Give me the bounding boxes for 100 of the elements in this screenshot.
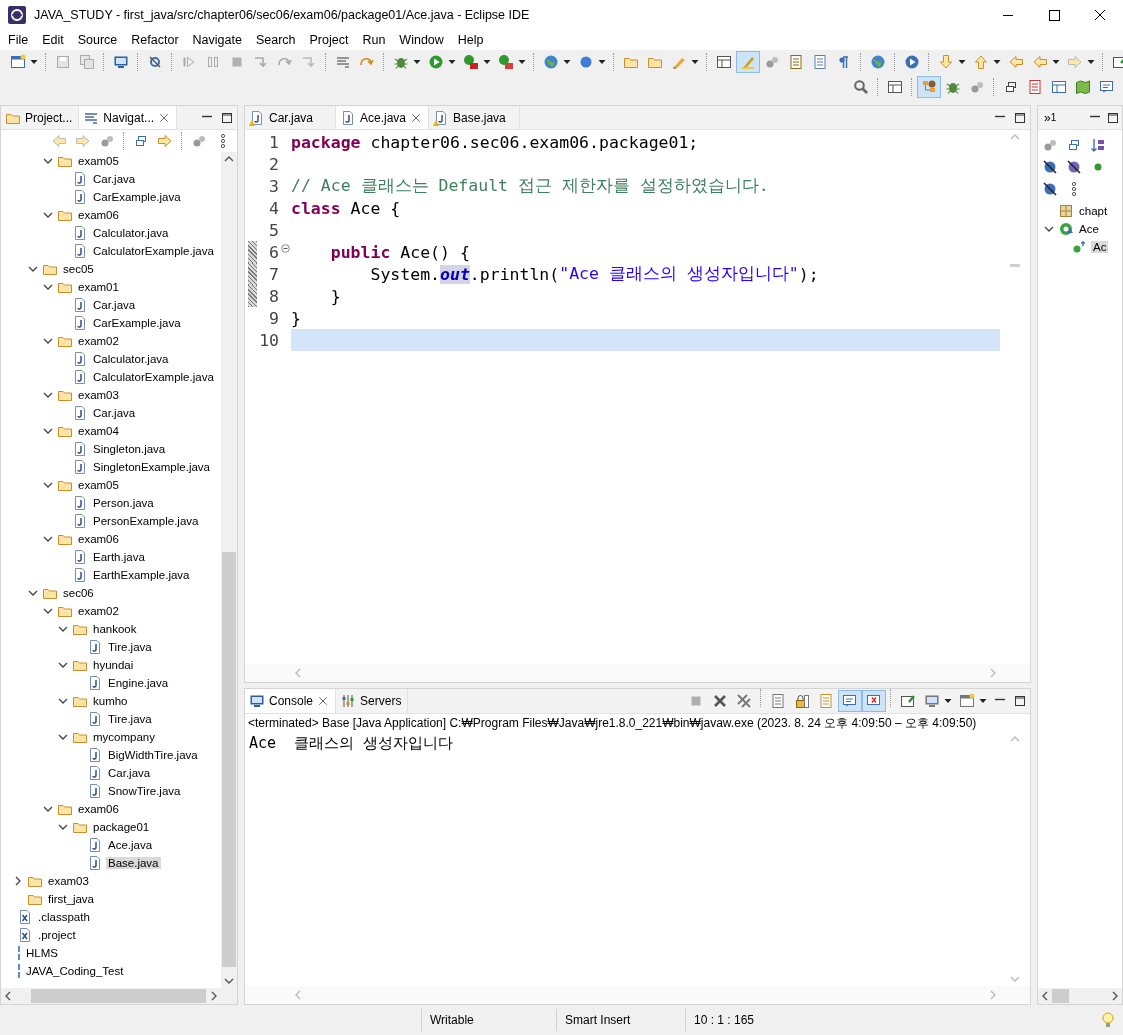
view-tab[interactable]: Navigat... bbox=[79, 106, 178, 129]
editor-tab[interactable]: Ace.java bbox=[336, 106, 430, 129]
tree-item[interactable]: EarthExample.java bbox=[91, 569, 192, 581]
tree-item[interactable]: Car.java bbox=[91, 299, 138, 311]
tree-item[interactable]: kumho bbox=[91, 695, 130, 707]
tree-item[interactable]: CalculatorExample.java bbox=[91, 371, 216, 383]
tree-item[interactable]: exam05 bbox=[76, 155, 121, 167]
menu-item[interactable]: Edit bbox=[35, 33, 71, 47]
overview-marker bbox=[1010, 264, 1020, 267]
tree-item[interactable]: Singleton.java bbox=[91, 443, 168, 455]
line-number: 8 bbox=[268, 286, 279, 306]
line-number: 1 bbox=[268, 132, 279, 152]
java-file-icon bbox=[72, 297, 88, 313]
tree-item[interactable]: mycompany bbox=[91, 731, 157, 743]
tree-item[interactable]: Person.java bbox=[91, 497, 156, 509]
tree-item[interactable]: PersonExample.java bbox=[91, 515, 201, 527]
code-line: } bbox=[291, 307, 302, 329]
tree-item[interactable]: first_java bbox=[46, 893, 97, 905]
console-output: Ace 클래스의 생성자입니다 bbox=[249, 734, 455, 753]
outline-item[interactable]: Ac bbox=[1091, 241, 1109, 253]
menu-item[interactable]: Run bbox=[355, 33, 393, 47]
tree-item[interactable]: exam03 bbox=[46, 875, 91, 887]
menu-item[interactable]: Help bbox=[450, 33, 491, 47]
menu-item[interactable]: Source bbox=[70, 33, 125, 47]
tree-item[interactable]: CalculatorExample.java bbox=[91, 245, 216, 257]
tree-item[interactable]: .project bbox=[36, 929, 78, 941]
scrollbar-thumb[interactable] bbox=[1052, 989, 1069, 1003]
status-field: 10 : 1 : 165 bbox=[685, 1009, 822, 1031]
tree-item[interactable]: BigWidthTire.java bbox=[106, 749, 200, 761]
menu-item[interactable]: Refactor bbox=[124, 33, 186, 47]
java-file-icon bbox=[87, 837, 103, 853]
code-line: public Ace() { bbox=[329, 241, 471, 263]
tree-item[interactable]: exam02 bbox=[76, 335, 121, 347]
java-file-icon bbox=[87, 639, 103, 655]
tree-item[interactable]: Tire.java bbox=[106, 713, 154, 725]
java-file-icon bbox=[87, 675, 103, 691]
tree-item[interactable]: SingletonExample.java bbox=[91, 461, 212, 473]
tree-item[interactable]: HLMS bbox=[24, 947, 60, 959]
java-perspective-icon[interactable] bbox=[917, 76, 941, 98]
tree-item[interactable]: CarExample.java bbox=[91, 317, 183, 329]
tree-item[interactable]: exam06 bbox=[76, 533, 121, 545]
java-file-icon bbox=[72, 549, 88, 565]
code-line: } bbox=[329, 285, 342, 307]
tree-item[interactable]: exam03 bbox=[76, 389, 121, 401]
outline-item[interactable]: Ace bbox=[1077, 223, 1101, 235]
tree-item[interactable]: hankook bbox=[91, 623, 139, 635]
project-icon bbox=[17, 945, 21, 961]
tree-item[interactable]: Engine.java bbox=[106, 677, 171, 689]
close-icon[interactable] bbox=[317, 695, 330, 707]
show-error-icon[interactable] bbox=[862, 690, 886, 712]
code-line: package chapter06.sec06.exam06.package01; bbox=[291, 131, 700, 153]
status-field: Smart Insert bbox=[556, 1009, 685, 1031]
java-file-icon bbox=[87, 783, 103, 799]
lightbulb-icon[interactable] bbox=[1101, 1011, 1115, 1029]
tree-item[interactable]: JAVA_Coding_Test bbox=[24, 965, 126, 977]
editor-tab[interactable]: Base.java bbox=[429, 106, 521, 129]
tree-item[interactable]: Calculator.java bbox=[91, 353, 171, 365]
xml-file-icon bbox=[17, 927, 33, 943]
tree-item[interactable]: exam06 bbox=[76, 209, 121, 221]
tree-item[interactable]: Car.java bbox=[91, 407, 138, 419]
constructor-icon bbox=[1072, 239, 1088, 255]
view-tab[interactable]: Console bbox=[245, 689, 337, 713]
tree-item[interactable]: Ace.java bbox=[106, 839, 155, 851]
line-number: 4 bbox=[268, 198, 279, 218]
menu-item[interactable]: Window bbox=[392, 33, 451, 47]
tree-item[interactable]: sec05 bbox=[61, 263, 96, 275]
tree-item[interactable]: CarExample.java bbox=[91, 191, 183, 203]
tree-item[interactable]: exam01 bbox=[76, 281, 121, 293]
tree-item[interactable]: Earth.java bbox=[91, 551, 147, 563]
line-number: 5 bbox=[268, 220, 279, 240]
menu-item[interactable]: Project bbox=[302, 33, 356, 47]
java-file-icon bbox=[72, 171, 88, 187]
tree-item[interactable]: exam02 bbox=[76, 605, 121, 617]
scrollbar-thumb[interactable] bbox=[222, 552, 236, 967]
tree-item[interactable]: .classpath bbox=[36, 911, 92, 923]
close-icon[interactable] bbox=[410, 111, 423, 124]
show-output-icon[interactable] bbox=[838, 690, 862, 712]
tree-item[interactable]: Tire.java bbox=[106, 641, 154, 653]
tree-item[interactable]: SnowTire.java bbox=[106, 785, 183, 797]
scrollbar-thumb[interactable] bbox=[31, 989, 206, 1003]
close-icon[interactable] bbox=[158, 111, 171, 124]
java-file-icon bbox=[72, 369, 88, 385]
fold-icon[interactable] bbox=[280, 244, 290, 253]
menu-item[interactable]: File bbox=[1, 33, 36, 47]
tree-item[interactable]: Car.java bbox=[106, 767, 153, 779]
tree-item[interactable]: exam04 bbox=[76, 425, 121, 437]
tree-item[interactable]: sec06 bbox=[61, 587, 96, 599]
menu-item[interactable]: Navigate bbox=[185, 33, 249, 47]
tree-item[interactable]: Car.java bbox=[91, 173, 138, 185]
tree-item[interactable]: Calculator.java bbox=[91, 227, 171, 239]
tree-item[interactable]: Base.java bbox=[106, 857, 161, 869]
status-field: Writable bbox=[421, 1009, 556, 1031]
tree-item[interactable]: hyundai bbox=[91, 659, 136, 671]
view-tab[interactable]: Servers bbox=[336, 689, 409, 713]
tree-item[interactable]: exam05 bbox=[76, 479, 121, 491]
outline-item[interactable]: chapt bbox=[1077, 205, 1110, 217]
tree-item[interactable]: exam06 bbox=[76, 803, 121, 815]
java-file-icon bbox=[87, 747, 103, 763]
menu-item[interactable]: Search bbox=[248, 33, 303, 47]
tree-item[interactable]: package01 bbox=[91, 821, 152, 833]
